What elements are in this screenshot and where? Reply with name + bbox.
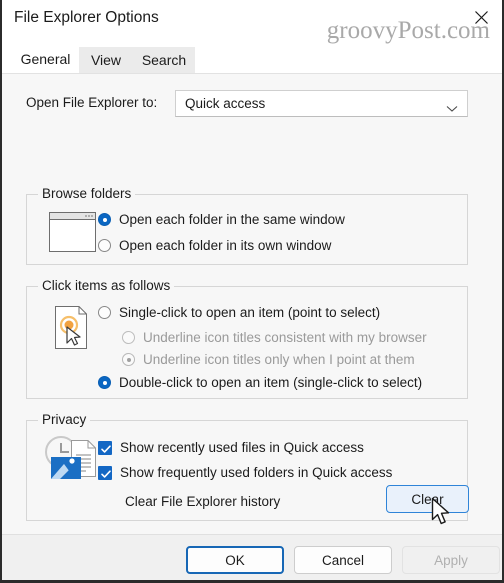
radio-open-same-window-label: Open each folder in the same window bbox=[119, 212, 345, 227]
radio-single-click[interactable]: Single-click to open an item (point to s… bbox=[98, 305, 380, 320]
checkbox-show-frequent-folders-label: Show frequently used folders in Quick ac… bbox=[120, 465, 393, 480]
radio-single-click-label: Single-click to open an item (point to s… bbox=[119, 305, 381, 320]
browse-folders-group: Browse folders Open each folder in the s… bbox=[26, 186, 468, 265]
radio-double-click-label: Double-click to open an item (single-cli… bbox=[119, 375, 423, 390]
radio-underline-always-label: Underline icon titles consistent with my… bbox=[143, 330, 427, 345]
open-to-dropdown[interactable]: Quick access bbox=[175, 90, 468, 117]
click-items-group: Click items as follows Single-click to o… bbox=[26, 278, 468, 399]
checkbox-show-frequent-folders[interactable]: Show frequently used folders in Quick ac… bbox=[98, 465, 392, 480]
cancel-button-label: Cancel bbox=[321, 552, 365, 568]
radio-double-click[interactable]: Double-click to open an item (single-cli… bbox=[98, 375, 422, 390]
radio-indicator bbox=[122, 331, 135, 344]
clear-history-label: Clear File Explorer history bbox=[125, 494, 281, 509]
tab-view-label: View bbox=[90, 52, 122, 68]
apply-button: Apply bbox=[402, 546, 500, 574]
close-icon bbox=[474, 10, 489, 25]
open-to-value: Quick access bbox=[185, 96, 266, 111]
tab-search-label: Search bbox=[141, 52, 187, 68]
checkbox-indicator bbox=[98, 440, 112, 455]
tab-search[interactable]: Search bbox=[133, 47, 195, 73]
radio-indicator bbox=[98, 376, 111, 389]
window-icon bbox=[49, 212, 96, 257]
history-files-icon bbox=[43, 435, 105, 490]
open-file-explorer-row: Open File Explorer to: Quick access bbox=[2, 90, 502, 118]
cancel-button[interactable]: Cancel bbox=[294, 546, 392, 574]
file-explorer-options-dialog: File Explorer Options groovyPost.com Gen… bbox=[0, 0, 504, 583]
radio-indicator bbox=[98, 213, 111, 226]
tab-general-label: General bbox=[20, 50, 71, 67]
tab-strip: General View Search bbox=[2, 44, 502, 73]
radio-indicator bbox=[122, 353, 135, 366]
ok-button-label: OK bbox=[225, 552, 245, 568]
close-button[interactable] bbox=[460, 0, 502, 34]
window-title: File Explorer Options bbox=[14, 9, 159, 26]
general-tab-panel: Open File Explorer to: Quick access Brow… bbox=[2, 73, 502, 569]
single-click-document-icon bbox=[53, 305, 93, 355]
checkbox-show-recent-files[interactable]: Show recently used files in Quick access bbox=[98, 440, 364, 455]
checkbox-indicator bbox=[98, 465, 112, 480]
tab-view[interactable]: View bbox=[79, 47, 133, 73]
checkbox-show-recent-files-label: Show recently used files in Quick access bbox=[120, 440, 364, 455]
radio-indicator bbox=[98, 306, 111, 319]
apply-button-label: Apply bbox=[434, 552, 468, 568]
open-to-label: Open File Explorer to: bbox=[26, 95, 158, 110]
clear-button[interactable]: Clear bbox=[386, 485, 469, 513]
privacy-legend: Privacy bbox=[38, 412, 91, 427]
radio-open-own-window[interactable]: Open each folder in its own window bbox=[98, 238, 331, 253]
privacy-group: Privacy Show recently used files in Quic… bbox=[26, 412, 469, 525]
tab-general[interactable]: General bbox=[12, 44, 79, 73]
browse-folders-legend: Browse folders bbox=[38, 186, 136, 201]
radio-open-own-window-label: Open each folder in its own window bbox=[119, 238, 332, 253]
dialog-footer: OK Cancel Apply bbox=[2, 534, 502, 580]
title-bar: File Explorer Options groovyPost.com bbox=[2, 0, 502, 44]
click-items-legend: Click items as follows bbox=[38, 278, 175, 293]
radio-underline-on-hover-label: Underline icon titles only when I point … bbox=[143, 352, 415, 367]
ok-button[interactable]: OK bbox=[186, 546, 284, 574]
chevron-down-icon bbox=[446, 100, 458, 118]
radio-underline-always: Underline icon titles consistent with my… bbox=[122, 330, 427, 345]
radio-underline-on-hover: Underline icon titles only when I point … bbox=[122, 352, 415, 367]
radio-open-same-window[interactable]: Open each folder in the same window bbox=[98, 212, 345, 227]
radio-indicator bbox=[98, 239, 111, 252]
clear-button-label: Clear bbox=[411, 491, 444, 507]
